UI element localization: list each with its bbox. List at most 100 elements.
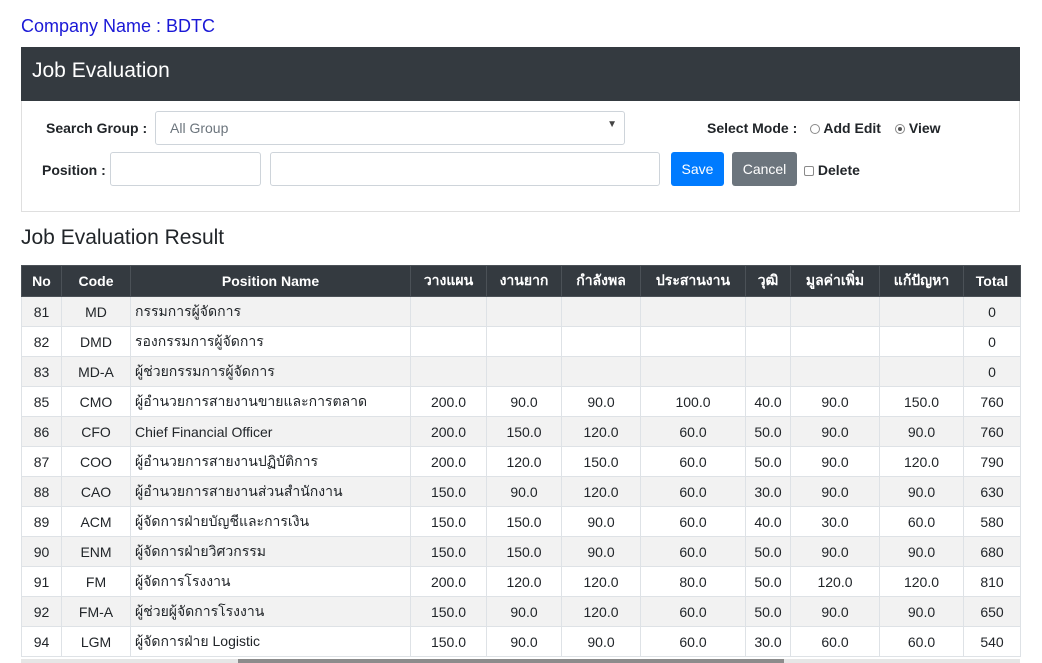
table-cell: 85 (21, 386, 62, 417)
add-edit-label: Add Edit (823, 120, 881, 136)
position-name-input[interactable] (270, 152, 660, 186)
column-header[interactable]: กำลังพล (561, 265, 641, 297)
table-cell: 91 (21, 566, 62, 597)
table-cell: 90.0 (561, 386, 641, 417)
table-cell (486, 296, 562, 327)
table-cell: CFO (61, 416, 131, 447)
table-cell (879, 326, 964, 357)
table-cell: 100.0 (640, 386, 746, 417)
table-cell: 90.0 (790, 386, 880, 417)
table-cell: ผู้จัดการฝ่าย Logistic (130, 626, 411, 657)
filter-panel: Search Group : All Group ▼ Select Mode :… (21, 101, 1020, 212)
table-row[interactable]: 82 DMD รองกรรมการผู้จัดการ 0 (21, 326, 1021, 357)
column-header[interactable]: Total (963, 265, 1021, 297)
table-row[interactable]: 83 MD-A ผู้ช่วยกรรมการผู้จัดการ 0 (21, 356, 1021, 387)
mode-option-add-edit[interactable]: Add Edit (810, 120, 881, 136)
table-cell: 83 (21, 356, 62, 387)
view-radio[interactable] (895, 124, 905, 134)
table-row[interactable]: 90 ENM ผู้จัดการฝ่ายวิศวกรรม 150.0 150.0 90.0… (21, 536, 1021, 567)
table-cell: 60.0 (640, 446, 746, 477)
table-cell: 90.0 (879, 536, 964, 567)
table-row[interactable]: 94 LGM ผู้จัดการฝ่าย Logistic 150.0 90.0 90.0… (21, 626, 1021, 657)
column-header[interactable]: มูลค่าเพิ่ม (790, 265, 880, 297)
table-cell: MD-A (61, 356, 131, 387)
column-header[interactable]: Code (61, 265, 131, 297)
table-cell: 87 (21, 446, 62, 477)
company-name: Company Name : BDTC (21, 16, 216, 36)
column-header[interactable]: งานยาก (486, 265, 562, 297)
table-cell: COO (61, 446, 131, 477)
table-cell: 120.0 (879, 566, 964, 597)
table-cell (561, 326, 641, 357)
table-row[interactable]: 88 CAO ผู้อำนวยการสายงานส่วนสำนักงาน 150.0 9… (21, 476, 1021, 507)
table-cell: 81 (21, 296, 62, 327)
table-cell: DMD (61, 326, 131, 357)
table-cell: 150.0 (561, 446, 641, 477)
table-cell: 760 (963, 386, 1021, 417)
table-cell: 88 (21, 476, 62, 507)
table-cell: 120.0 (561, 416, 641, 447)
search-group-label: Search Group : (46, 120, 148, 136)
position-code-input[interactable] (110, 152, 261, 186)
table-cell: 150.0 (410, 626, 487, 657)
table-cell: 90.0 (790, 476, 880, 507)
table-cell: 90.0 (879, 476, 964, 507)
table-cell (640, 326, 746, 357)
scrollbar-thumb[interactable] (238, 659, 784, 663)
card-title: Job Evaluation (32, 59, 170, 82)
table-cell: 60.0 (640, 596, 746, 627)
table-cell (790, 296, 880, 327)
column-header[interactable]: Position Name (130, 265, 411, 297)
table-row[interactable]: 87 COO ผู้อำนวยการสายงานปฏิบัติการ 200.0 120… (21, 446, 1021, 477)
table-row[interactable]: 91 FM ผู้จัดการโรงงาน 200.0 120.0 120.0 80.0 50… (21, 566, 1021, 597)
table-cell: 580 (963, 506, 1021, 537)
table-cell (561, 296, 641, 327)
table-cell: 50.0 (745, 596, 791, 627)
table-cell: 30.0 (745, 476, 791, 507)
select-mode-label: Select Mode : (707, 120, 798, 136)
mode-option-view[interactable]: View (895, 120, 941, 136)
table-cell: 50.0 (745, 536, 791, 567)
table-cell: ผู้อำนวยการสายงานปฏิบัติการ (130, 446, 411, 477)
table-cell: 90.0 (790, 596, 880, 627)
table-cell: ผู้อำนวยการสายงานขายและการตลาด (130, 386, 411, 417)
column-header[interactable]: แก้ปัญหา (879, 265, 964, 297)
save-button[interactable]: Save (671, 152, 724, 186)
table-row[interactable]: 86 CFO Chief Financial Officer 200.0 150.0 12… (21, 416, 1021, 447)
column-header[interactable]: วางแผน (410, 265, 487, 297)
horizontal-scrollbar[interactable] (21, 659, 1020, 663)
cancel-button[interactable]: Cancel (732, 152, 797, 186)
search-group-value: All Group (170, 120, 229, 136)
delete-option[interactable]: Delete (804, 162, 860, 178)
table-cell: ผู้จัดการฝ่ายบัญชีและการเงิน (130, 506, 411, 537)
table-cell: 120.0 (561, 476, 641, 507)
table-cell: 60.0 (640, 476, 746, 507)
add-edit-radio[interactable] (810, 124, 820, 134)
table-row[interactable]: 85 CMO ผู้อำนวยการสายงานขายและการตลาด 200.0… (21, 386, 1021, 417)
table-cell: MD (61, 296, 131, 327)
table-cell: 150.0 (486, 416, 562, 447)
table-row[interactable]: 89 ACM ผู้จัดการฝ่ายบัญชีและการเงิน 150.0 15… (21, 506, 1021, 537)
table-cell (486, 356, 562, 387)
table-row[interactable]: 81 MD กรรมการผู้จัดการ 0 (21, 296, 1021, 327)
delete-checkbox[interactable] (804, 166, 814, 176)
table-row[interactable]: 92 FM-A ผู้ช่วยผู้จัดการโรงงาน 150.0 90.0 120… (21, 596, 1021, 627)
table-cell: 150.0 (879, 386, 964, 417)
column-header[interactable]: No (21, 265, 62, 297)
table-cell: 60.0 (640, 506, 746, 537)
table-cell: 89 (21, 506, 62, 537)
table-cell: 90.0 (561, 536, 641, 567)
table-cell: 150.0 (410, 476, 487, 507)
table-cell (879, 296, 964, 327)
search-group-select[interactable]: All Group ▼ (155, 111, 625, 145)
table-cell: 150.0 (486, 536, 562, 567)
table-cell: 90.0 (486, 476, 562, 507)
table-cell: 90.0 (790, 446, 880, 477)
results-table: No Code Position Name วางแผน งานยาก กำลั… (21, 265, 1021, 657)
column-header[interactable]: วุฒิ (745, 265, 791, 297)
table-cell: 50.0 (745, 446, 791, 477)
table-cell: 200.0 (410, 446, 487, 477)
column-header[interactable]: ประสานงาน (640, 265, 746, 297)
table-cell: 30.0 (745, 626, 791, 657)
table-cell: ผู้จัดการโรงงาน (130, 566, 411, 597)
